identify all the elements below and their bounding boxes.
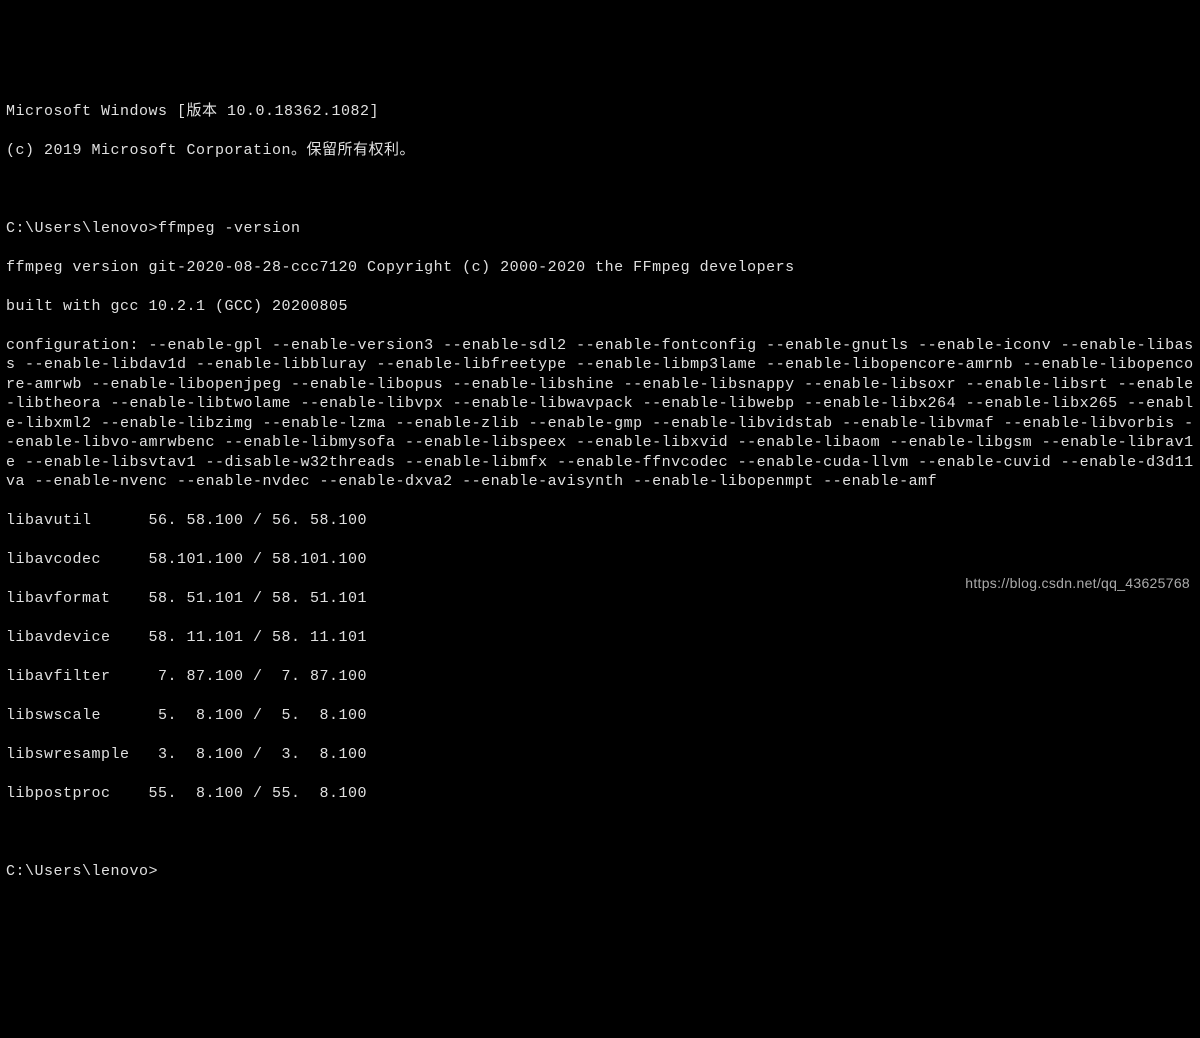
blank-line: [6, 180, 1194, 200]
lib-version-line: libpostproc 55. 8.100 / 55. 8.100: [6, 784, 1194, 804]
prompt: C:\Users\lenovo>: [6, 220, 158, 237]
prompt: C:\Users\lenovo>: [6, 863, 158, 880]
lib-version-line: libavutil 56. 58.100 / 56. 58.100: [6, 511, 1194, 531]
ffmpeg-built-line: built with gcc 10.2.1 (GCC) 20200805: [6, 297, 1194, 317]
lib-version-line: libavcodec 58.101.100 / 58.101.100: [6, 550, 1194, 570]
lib-version-line: libswresample 3. 8.100 / 3. 8.100: [6, 745, 1194, 765]
ffmpeg-configuration: configuration: --enable-gpl --enable-ver…: [6, 336, 1194, 492]
command-line-1: C:\Users\lenovo>ffmpeg -version: [6, 219, 1194, 239]
watermark-text: https://blog.csdn.net/qq_43625768: [965, 574, 1190, 592]
terminal-output[interactable]: Microsoft Windows [版本 10.0.18362.1082] (…: [6, 82, 1194, 901]
command-line-2[interactable]: C:\Users\lenovo>: [6, 862, 1194, 882]
typed-command: ffmpeg -version: [158, 220, 301, 237]
lib-version-line: libswscale 5. 8.100 / 5. 8.100: [6, 706, 1194, 726]
lib-version-line: libavfilter 7. 87.100 / 7. 87.100: [6, 667, 1194, 687]
windows-copyright-line: (c) 2019 Microsoft Corporation。保留所有权利。: [6, 141, 1194, 161]
blank-line: [6, 823, 1194, 843]
ffmpeg-version-line: ffmpeg version git-2020-08-28-ccc7120 Co…: [6, 258, 1194, 278]
windows-version-line: Microsoft Windows [版本 10.0.18362.1082]: [6, 102, 1194, 122]
lib-version-line: libavdevice 58. 11.101 / 58. 11.101: [6, 628, 1194, 648]
